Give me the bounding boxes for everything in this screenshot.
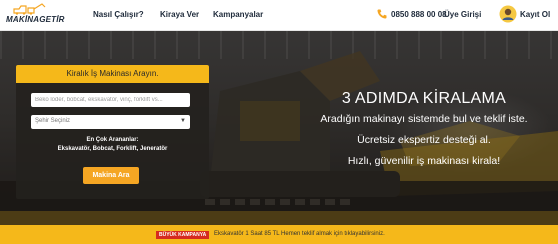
hero-line-2: Ücretsiz ekspertiz desteği al.: [357, 134, 491, 146]
top-navbar: MAKİNAGETİR Nasıl Çalışır? Kiraya Ver Ka…: [0, 0, 558, 31]
hero-line-1: Aradığın makinayı sistemde bul ve teklif…: [320, 113, 528, 125]
nav-rent-out[interactable]: Kiraya Ver: [160, 10, 199, 19]
machine-search-input[interactable]: [31, 93, 190, 107]
signup-link[interactable]: Kayıt Ol: [520, 10, 550, 19]
logo-text: MAKİNAGETİR: [6, 15, 65, 24]
logo-machines-icon: [13, 3, 46, 15]
popular-searches-title: En Çok Arananlar:: [86, 137, 139, 143]
nav-how-it-works[interactable]: Nasıl Çalışır?: [93, 10, 144, 19]
login-link[interactable]: Üye Girişi: [444, 10, 481, 19]
hero-line-3: Hızlı, güvenilir iş makinası kirala!: [347, 155, 501, 167]
campaign-bar[interactable]: BÜYÜK KAMPANYA Ekskavatör 1 Saat 85 TL H…: [0, 225, 558, 244]
user-avatar-icon[interactable]: [499, 5, 517, 23]
campaign-text[interactable]: Ekskavatör 1 Saat 85 TL Hemen teklif alm…: [214, 231, 385, 237]
campaign-badge: BÜYÜK KAMPANYA: [156, 231, 210, 239]
chevron-down-icon: ▼: [180, 118, 186, 124]
city-select-value: Şehir Seçiniz: [35, 118, 71, 124]
search-card-title: Kiralık İş Makinası Arayın.: [66, 69, 159, 78]
city-select[interactable]: Şehir Seçiniz ▼: [31, 115, 190, 129]
nav-campaigns[interactable]: Kampanyalar: [213, 10, 263, 19]
phone-number: 0850 888 00 08: [391, 9, 447, 19]
phone-icon: [377, 9, 387, 19]
hero-heading: 3 ADIMDA KİRALAMA: [341, 90, 507, 107]
search-card-header: Kiralık İş Makinası Arayın.: [16, 65, 209, 83]
phone-contact[interactable]: 0850 888 00 08: [376, 7, 447, 21]
logo[interactable]: MAKİNAGETİR: [6, 3, 64, 25]
search-machine-button[interactable]: Makina Ara: [83, 167, 139, 184]
popular-searches-list: Ekskavatör, Bobcat, Forklift, Jeneratör: [57, 146, 168, 152]
